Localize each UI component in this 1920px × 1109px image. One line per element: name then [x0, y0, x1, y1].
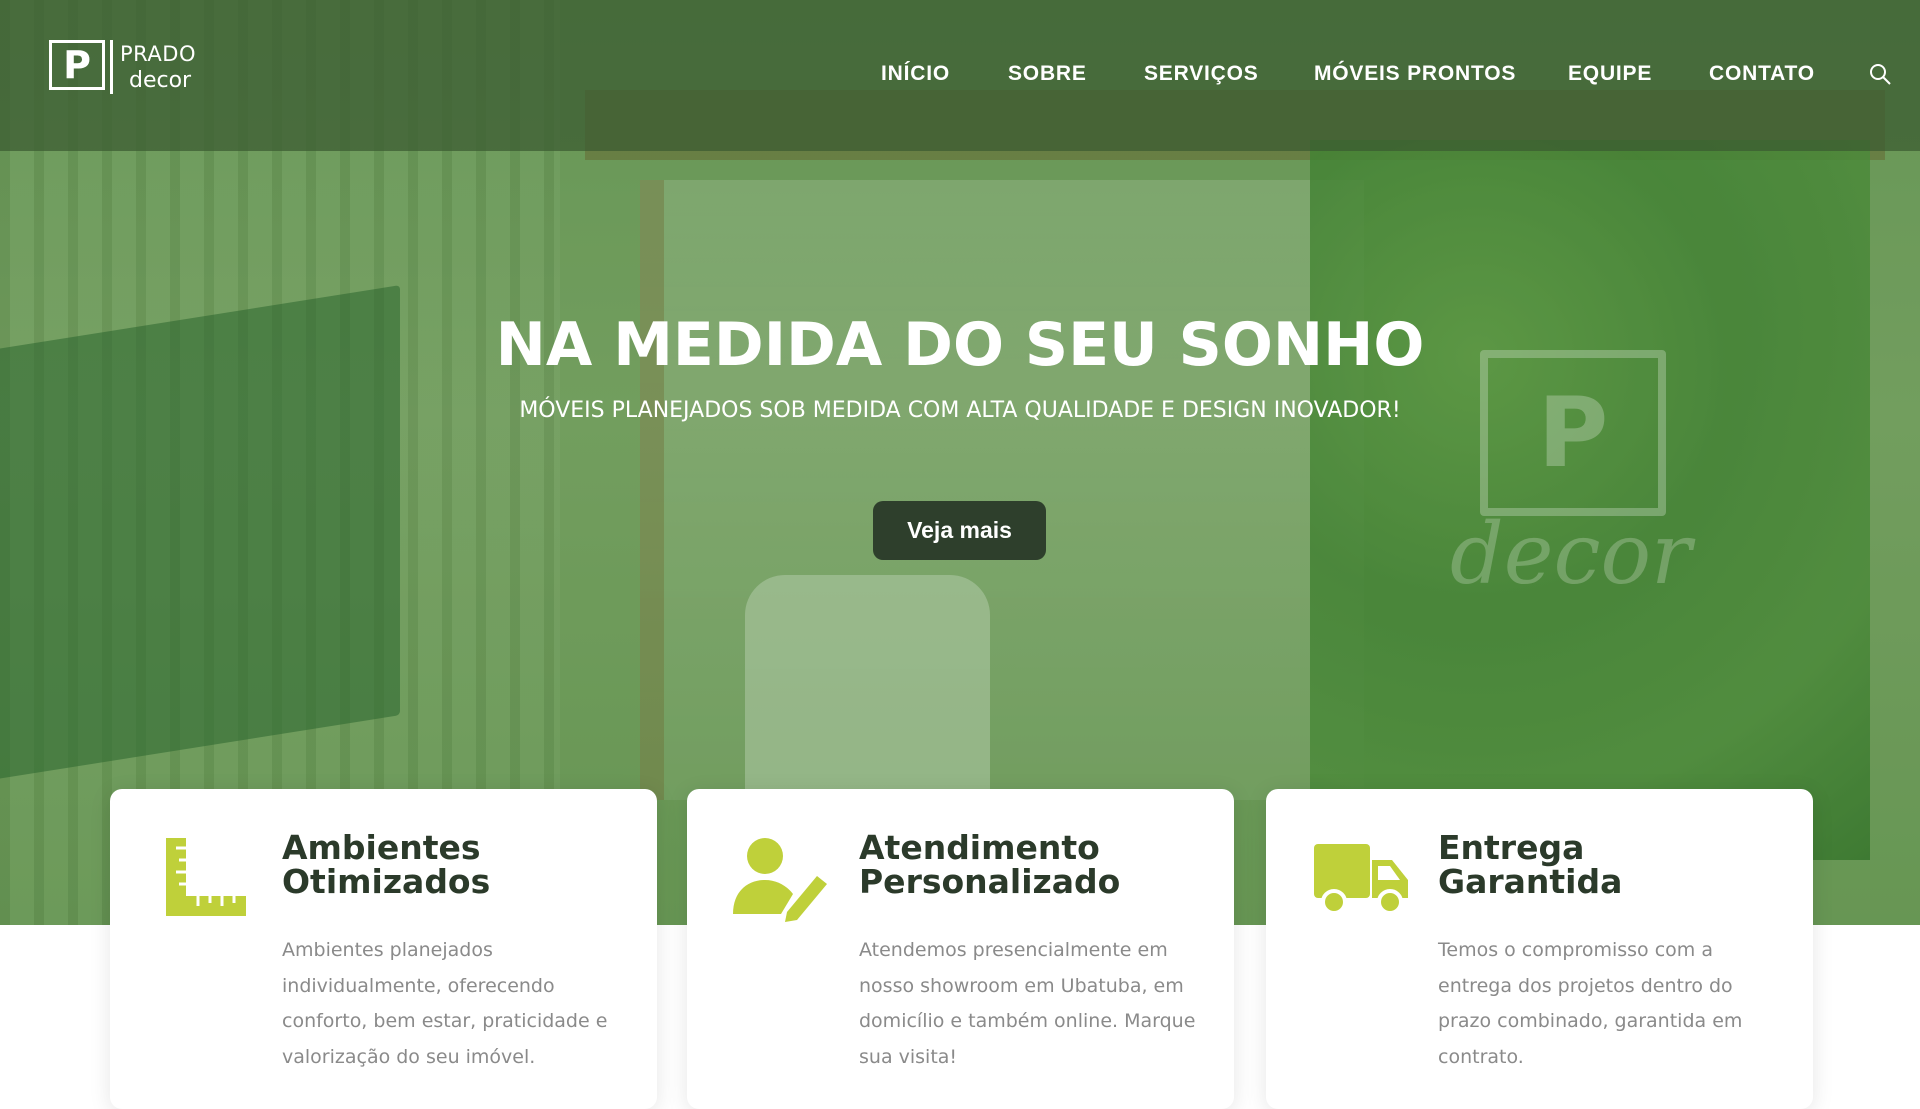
feature-text: Atendemos presencialmente em nosso showr…: [859, 939, 1196, 1068]
user-edit-icon: [731, 834, 827, 924]
feature-card-ambientes: Ambientes Otimizados Ambientes planejado…: [110, 789, 657, 1109]
feature-card-entrega: Entrega Garantida Temos o compromisso co…: [1266, 789, 1813, 1109]
feature-title: Ambientes Otimizados: [282, 831, 622, 899]
nav-item-servicos[interactable]: SERVIÇOS: [1144, 62, 1259, 86]
feature-title: Entrega Garantida: [1438, 831, 1778, 899]
ruler-square-icon: [162, 834, 252, 924]
hero-subtitle: MÓVEIS PLANEJADOS SOB MEDIDA COM ALTA QU…: [519, 398, 1401, 423]
feature-card-atendimento: Atendimento Personalizado Atendemos pres…: [687, 789, 1234, 1109]
feature-title: Atendimento Personalizado: [859, 831, 1199, 899]
feature-title-line: Garantida: [1438, 862, 1623, 901]
feature-title-line: Otimizados: [282, 862, 491, 901]
hero-section: P decor P PRADO decor INÍCIO SOBRE SERVI…: [0, 0, 1920, 925]
nav-item-sobre[interactable]: SOBRE: [1008, 62, 1087, 86]
main-nav: INÍCIO SOBRE SERVIÇOS MÓVEIS PRONTOS EQU…: [0, 62, 1920, 92]
search-icon[interactable]: [1868, 62, 1892, 86]
nav-item-equipe[interactable]: EQUIPE: [1568, 62, 1652, 86]
feature-text: Ambientes planejados individualmente, of…: [282, 939, 608, 1068]
hero-title: NA MEDIDA DO SEU SONHO: [495, 310, 1425, 380]
nav-item-contato[interactable]: CONTATO: [1709, 62, 1815, 86]
site-header: P PRADO decor INÍCIO SOBRE SERVIÇOS MÓVE…: [0, 0, 1920, 151]
feature-title-line: Personalizado: [859, 862, 1121, 901]
veja-mais-button[interactable]: Veja mais: [873, 501, 1046, 560]
nav-item-inicio[interactable]: INÍCIO: [881, 62, 950, 86]
delivery-truck-icon: [1312, 834, 1408, 924]
nav-item-moveis-prontos[interactable]: MÓVEIS PRONTOS: [1314, 62, 1516, 86]
feature-text: Temos o compromisso com a entrega dos pr…: [1438, 939, 1743, 1068]
